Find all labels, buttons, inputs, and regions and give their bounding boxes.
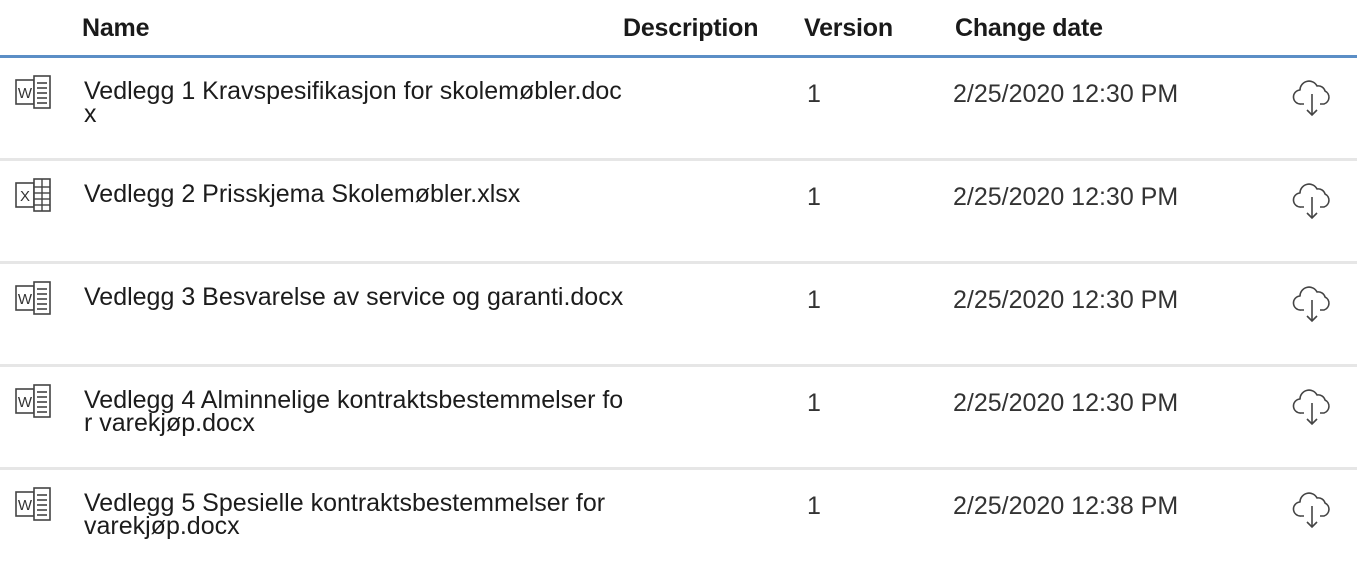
excel-spreadsheet-icon: X — [14, 177, 56, 213]
cloud-download-icon[interactable] — [1292, 181, 1334, 221]
table-row: W Vedlegg 4 Alminnelige kontraktsbestemm… — [0, 367, 1357, 470]
word-document-icon: W — [14, 383, 56, 419]
file-name-link[interactable]: Vedlegg 1 Kravspesifikasjon for skolemøb… — [84, 79, 624, 127]
change-date-value: 2/25/2020 12:30 PM — [953, 389, 1179, 417]
cloud-download-icon[interactable] — [1292, 387, 1334, 427]
file-name-link[interactable]: Vedlegg 3 Besvarelse av service og garan… — [84, 285, 624, 310]
table-row: W Vedlegg 3 Besvarelse av service og gar… — [0, 264, 1357, 367]
file-name-link[interactable]: Vedlegg 5 Spesielle kontraktsbestemmelse… — [84, 491, 624, 539]
table-header: Name Description Version Change date — [0, 0, 1357, 58]
svg-text:W: W — [18, 394, 33, 411]
column-header-change-date[interactable]: Change date — [955, 14, 1103, 43]
change-date-value: 2/25/2020 12:30 PM — [953, 80, 1179, 108]
change-date-value: 2/25/2020 12:30 PM — [953, 286, 1179, 314]
change-date-value: 2/25/2020 12:38 PM — [953, 492, 1179, 520]
version-value: 1 — [807, 183, 821, 211]
svg-text:W: W — [18, 291, 33, 308]
cloud-download-icon[interactable] — [1292, 284, 1334, 324]
version-value: 1 — [807, 286, 821, 314]
change-date-value: 2/25/2020 12:30 PM — [953, 183, 1179, 211]
version-value: 1 — [807, 389, 821, 417]
cloud-download-icon[interactable] — [1292, 78, 1334, 118]
word-document-icon: W — [14, 486, 56, 522]
table-row: W Vedlegg 5 Spesielle kontraktsbestemmel… — [0, 470, 1357, 570]
column-header-description[interactable]: Description — [623, 14, 759, 43]
file-name-link[interactable]: Vedlegg 2 Prisskjema Skolemøbler.xlsx — [84, 182, 624, 207]
word-document-icon: W — [14, 280, 56, 316]
svg-text:W: W — [18, 85, 33, 102]
version-value: 1 — [807, 492, 821, 520]
version-value: 1 — [807, 80, 821, 108]
svg-text:X: X — [20, 188, 30, 205]
file-name-link[interactable]: Vedlegg 4 Alminnelige kontraktsbestemmel… — [84, 388, 624, 436]
word-document-icon: W — [14, 74, 56, 110]
documents-table: Name Description Version Change date W V… — [0, 0, 1357, 550]
column-header-name[interactable]: Name — [82, 14, 149, 43]
column-header-version[interactable]: Version — [804, 14, 893, 43]
table-row: W Vedlegg 1 Kravspesifikasjon for skolem… — [0, 58, 1357, 161]
svg-text:W: W — [18, 497, 33, 514]
cloud-download-icon[interactable] — [1292, 490, 1334, 530]
table-row: X Vedlegg 2 Prisskjema Skolemøbler.xlsx … — [0, 161, 1357, 264]
